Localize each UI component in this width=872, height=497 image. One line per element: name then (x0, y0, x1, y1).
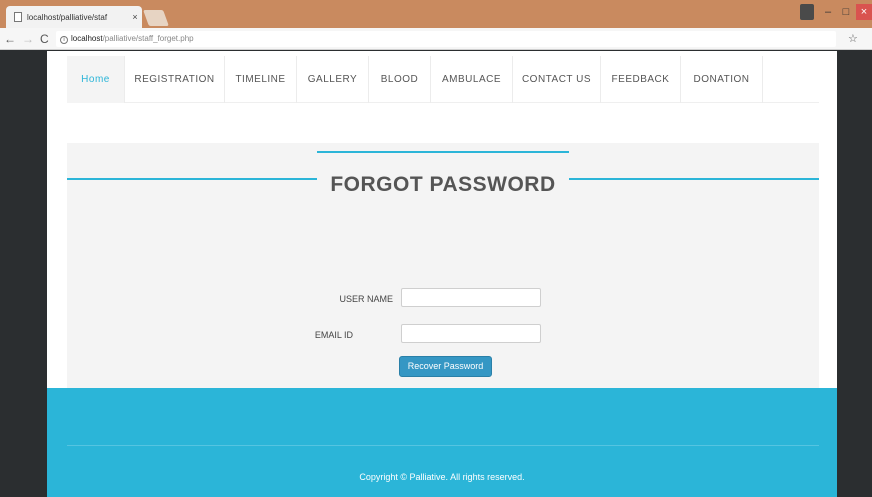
copyright-text: Copyright © Palliative. All rights reser… (359, 472, 525, 482)
menu-item-donation[interactable]: DONATION (681, 56, 763, 103)
title-rule-right (569, 178, 819, 180)
web-page: Home REGISTRATION TIMELINE GALLERY BLOOD AMBU… (47, 51, 837, 497)
back-icon[interactable]: ← (4, 32, 16, 46)
info-icon[interactable]: i (60, 36, 68, 44)
menu-item-gallery[interactable]: GALLERY (297, 56, 369, 103)
tab-title: localhost/palliative/staf (27, 12, 108, 22)
tab-close-icon[interactable]: × (128, 12, 142, 22)
close-window-icon[interactable]: × (856, 4, 872, 20)
maximize-icon[interactable]: □ (840, 4, 852, 20)
page-title: FORGOT PASSWORD (330, 173, 556, 196)
menu-item-feedback[interactable]: FEEDBACK (601, 56, 681, 103)
url-input[interactable]: i localhost/palliative/staff_forget.php (56, 31, 836, 47)
email-input[interactable] (401, 324, 541, 343)
browser-titlebar: localhost/palliative/staf × – □ × (0, 0, 872, 28)
username-input[interactable] (401, 288, 541, 307)
url-host: localhost (71, 34, 103, 43)
menu-item-home[interactable]: Home (67, 56, 125, 103)
user-icon[interactable] (800, 4, 814, 20)
recover-password-button[interactable]: Recover Password (399, 356, 492, 377)
menu-item-registration[interactable]: REGISTRATION (125, 56, 225, 103)
menu-item-blood[interactable]: BLOOD (369, 56, 431, 103)
title-rule-left (67, 178, 317, 180)
address-bar: ← → C i localhost/palliative/staff_forget… (0, 28, 872, 50)
menu-item-timeline[interactable]: TIMELINE (225, 56, 297, 103)
minimize-icon[interactable]: – (822, 4, 834, 20)
username-label: USER NAME (339, 294, 393, 304)
main-menu: Home REGISTRATION TIMELINE GALLERY BLOOD AMBU… (67, 56, 819, 103)
email-label: EMAIL ID (314, 330, 353, 340)
new-tab-button[interactable] (143, 10, 169, 26)
page-icon (14, 12, 22, 22)
menu-item-contact-us[interactable]: CONTACT US (513, 56, 601, 103)
footer: Copyright © Palliative. All rights reser… (47, 388, 837, 497)
forgot-password-panel: FORGOT PASSWORD USER NAME EMAIL ID Recov… (67, 143, 819, 388)
menu-item-ambulace[interactable]: AMBULACE (431, 56, 513, 103)
reload-icon[interactable]: C (40, 32, 49, 46)
browser-tab[interactable]: localhost/palliative/staf × (6, 6, 142, 28)
forward-icon[interactable]: → (22, 32, 34, 46)
bookmark-star-icon[interactable]: ☆ (848, 32, 858, 45)
url-path: /palliative/staff_forget.php (102, 34, 194, 43)
title-box: FORGOT PASSWORD (317, 151, 569, 211)
footer-divider (67, 445, 819, 446)
